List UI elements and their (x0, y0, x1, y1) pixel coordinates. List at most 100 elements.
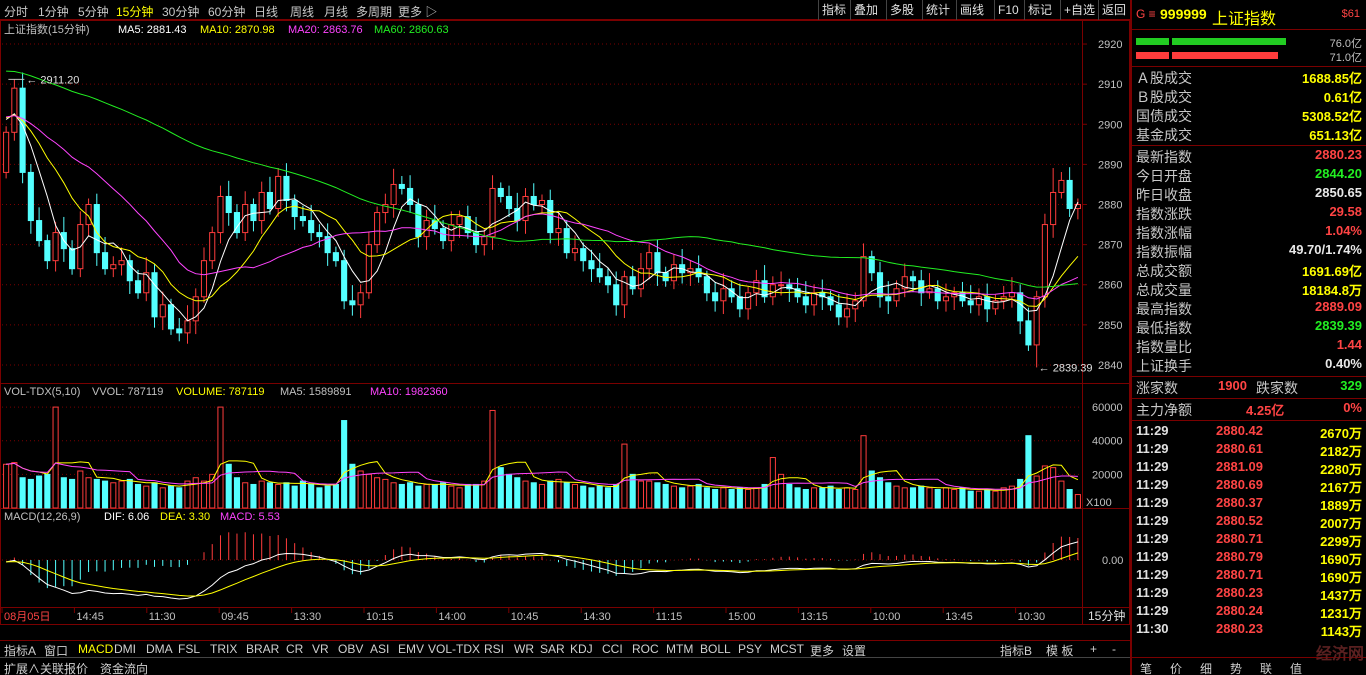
volume-bar (794, 487, 801, 509)
volume-bar (596, 485, 603, 509)
candle-body (505, 195, 513, 210)
main-legend-name: 上证指数(15分钟) (4, 22, 90, 36)
toolbar-button-6[interactable]: 标记 (1024, 0, 1055, 20)
volume-bar (283, 482, 290, 509)
bar-green-2 (1172, 38, 1286, 45)
indicator-tab-12[interactable]: EMV (398, 642, 424, 656)
indicator-tab-8[interactable]: CR (286, 642, 303, 656)
quote-tab-3[interactable]: 势 (1230, 660, 1242, 675)
candle-body (44, 240, 51, 262)
template-tab-2[interactable]: + (1090, 642, 1097, 656)
candle-body (332, 252, 339, 262)
quote-row: 最低指数 2839.39 (1136, 318, 1362, 337)
tick-row: 11:30 2880.23 1143万 (1136, 621, 1362, 639)
quote-tab-4[interactable]: 联 (1260, 660, 1272, 675)
indicator-tab-13[interactable]: VOL-TDX (428, 642, 480, 656)
volume-bar (1041, 465, 1048, 509)
indicator-tab-6[interactable]: TRIX (210, 642, 237, 656)
candle-body (167, 304, 175, 330)
indicator-tab-18[interactable]: CCI (602, 642, 623, 656)
chart-area[interactable]: 2840 2850 2860 2870 2880 2890 2900 2910 2920 ← 29… (0, 20, 1130, 625)
quote-label: 最低指数 (1136, 320, 1192, 336)
toolbar-button-8[interactable]: 返回 (1098, 0, 1129, 20)
period-4[interactable]: 30分钟 (162, 3, 199, 20)
volume-bar (687, 485, 694, 509)
stat-row: Ａ股成交 1688.85亿 (1136, 68, 1362, 87)
volume-bar (505, 473, 513, 509)
quote-tab-1[interactable]: 价 (1170, 660, 1182, 675)
quote-tab-5[interactable]: 值 (1290, 660, 1302, 675)
period-6[interactable]: 日线 (254, 3, 278, 20)
quote-tab-0[interactable]: 笔 (1140, 660, 1152, 675)
volume-bar (670, 485, 677, 509)
period-5[interactable]: 60分钟 (208, 3, 245, 20)
ext-tab-1[interactable]: 关联报价 (40, 660, 88, 675)
volume-bar (984, 489, 991, 509)
candle-body (209, 232, 216, 262)
volume-bar (382, 478, 389, 509)
volume-bar (167, 485, 175, 509)
period-2[interactable]: 5分钟 (78, 3, 109, 20)
stat-label: Ｂ股成交 (1136, 89, 1192, 105)
tick-time: 11:29 (1136, 513, 1169, 528)
candle-body (258, 191, 265, 222)
indicator-tab-11[interactable]: ASI (370, 642, 389, 656)
indicator-tab-23[interactable]: MCST (770, 642, 804, 656)
macd-legend: MACD: 5.53 (220, 511, 280, 523)
indicator-tab-3[interactable]: DMI (114, 642, 136, 656)
price-tick-label: 2840 (1098, 360, 1122, 372)
quote-tab-2[interactable]: 细 (1200, 660, 1212, 675)
candle-body (629, 276, 636, 290)
toolbar-button-7[interactable]: +自选 (1060, 0, 1098, 20)
indicator-tab-19[interactable]: ROC (632, 642, 659, 656)
indicator-tab-4[interactable]: DMA (146, 642, 173, 656)
indicator-tab-14[interactable]: RSI (484, 642, 504, 656)
template-tab-3[interactable]: - (1112, 642, 1116, 656)
indicator-tab-5[interactable]: FSL (178, 642, 200, 656)
candle-body (530, 195, 537, 206)
volume-bar (1025, 435, 1032, 509)
indicator-tab-9[interactable]: VR (312, 642, 329, 656)
period-10[interactable]: 更多 ▷ (398, 3, 437, 20)
indicator-tab-16[interactable]: SAR (540, 642, 565, 656)
indicator-tab-7[interactable]: BRAR (246, 642, 279, 656)
candle-body (11, 87, 18, 133)
indicator-tab-22[interactable]: PSY (738, 642, 762, 656)
candle-body (778, 284, 785, 287)
candle-body (110, 264, 117, 270)
indicator-tab-17[interactable]: KDJ (570, 642, 593, 656)
candle-body (596, 268, 603, 278)
indicator-tab-21[interactable]: BOLL (700, 642, 731, 656)
toolbar-button-3[interactable]: 统计 (922, 0, 953, 20)
toolbar-button-4[interactable]: 画线 (956, 0, 987, 20)
candle-body (225, 195, 232, 214)
indicator-tab-15[interactable]: WR (514, 642, 534, 656)
tick-time: 11:30 (1136, 621, 1169, 636)
indicator-tab-2[interactable]: MACD (78, 642, 113, 656)
badge: $61 (1341, 8, 1360, 20)
ext-tab-2[interactable]: 资金流向 (100, 660, 148, 675)
tick-volume: 1690万 (1320, 552, 1362, 567)
bar-red (1136, 52, 1169, 59)
toolbar-button-5[interactable]: F10 (994, 0, 1022, 20)
menu-icon[interactable]: G ≡ (1136, 7, 1156, 21)
period-7[interactable]: 周线 (290, 3, 314, 20)
toolbar-button-0[interactable]: 指标 (818, 0, 849, 20)
period-3[interactable]: 15分钟 (116, 3, 153, 20)
price-tick-label: 2900 (1098, 119, 1122, 131)
toolbar-button-2[interactable]: 多股 (886, 0, 917, 20)
indicator-tab-20[interactable]: MTM (666, 642, 693, 656)
period-9[interactable]: 多周期 (356, 3, 392, 20)
period-0[interactable]: 分时 (4, 3, 28, 20)
volume-bar (423, 483, 430, 509)
period-8[interactable]: 月线 (324, 3, 348, 20)
candle-body (3, 131, 10, 173)
toolbar-button-1[interactable]: 叠加 (850, 0, 881, 20)
ext-tab-0[interactable]: 扩展∧ (4, 660, 40, 675)
candle-body (69, 248, 76, 270)
net-label: 主力净额 (1136, 402, 1192, 418)
period-1[interactable]: 1分钟 (38, 3, 69, 20)
candle-body (835, 304, 842, 318)
indicator-tab-10[interactable]: OBV (338, 642, 363, 656)
candle-body (703, 276, 710, 294)
